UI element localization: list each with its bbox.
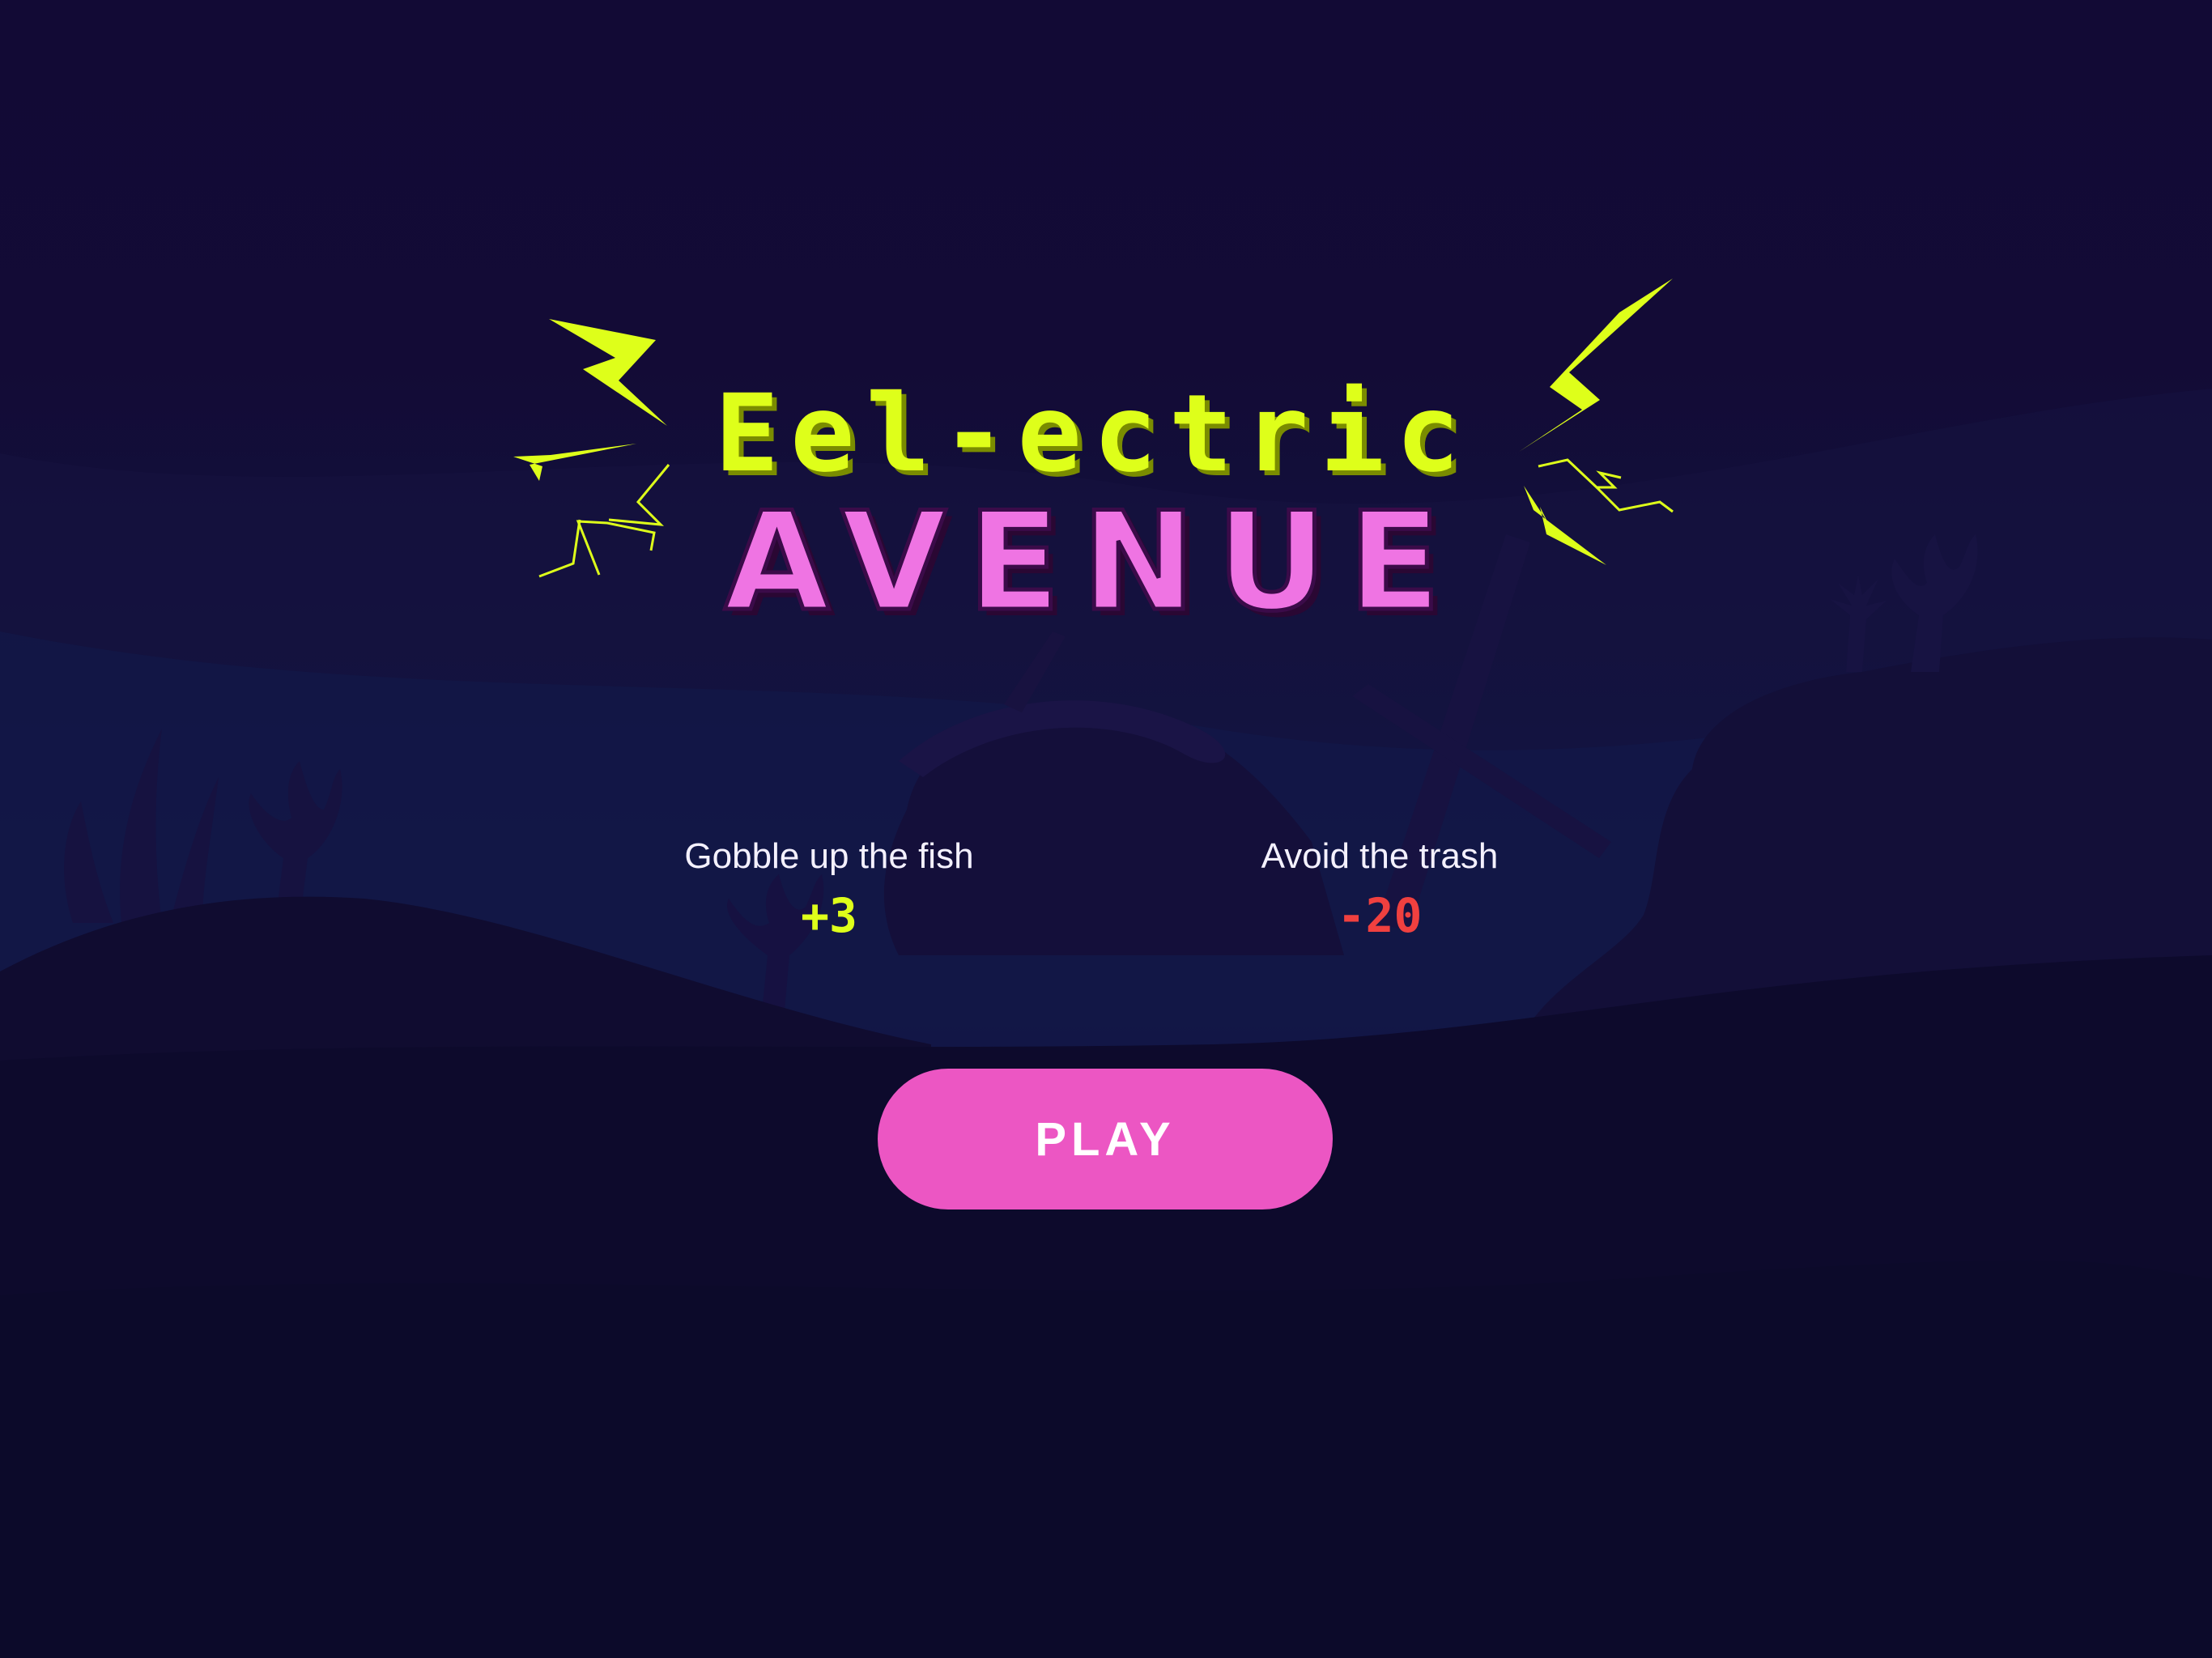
spark-icon [608,464,670,526]
seafloor-ripple [0,1260,2212,1658]
lightning-bolt-icon [1519,278,1673,452]
rule-fish-label: Gobble up the fish [684,836,974,876]
title-line-1: Eel-ectric [714,372,1472,496]
rule-fish: Gobble up the fish +3 [627,836,1032,943]
rule-trash-points: -20 [1337,888,1423,943]
spark-icon [538,519,581,578]
spark-icon [1538,458,1622,489]
spark-icon [1595,486,1674,513]
spark-icon [576,520,656,576]
lightning-bolt-icon [549,319,667,426]
game-start-screen: Eel-ectric AVENUE Gobble up the fish +3 … [0,0,2212,1658]
rule-trash: Avoid the trash -20 [1177,836,1582,943]
title-line-2: AVENUE [722,483,1462,641]
rule-trash-label: Avoid the trash [1261,836,1499,876]
rule-fish-points: +3 [801,888,857,943]
lightning-bolt-icon [513,444,636,481]
underwater-background [0,389,2212,1658]
game-logo: Eel-ectric AVENUE [502,267,1684,641]
play-button-label: PLAY [1035,1112,1176,1166]
lightning-bolt-icon [1524,486,1606,565]
play-button[interactable]: PLAY [878,1069,1333,1209]
